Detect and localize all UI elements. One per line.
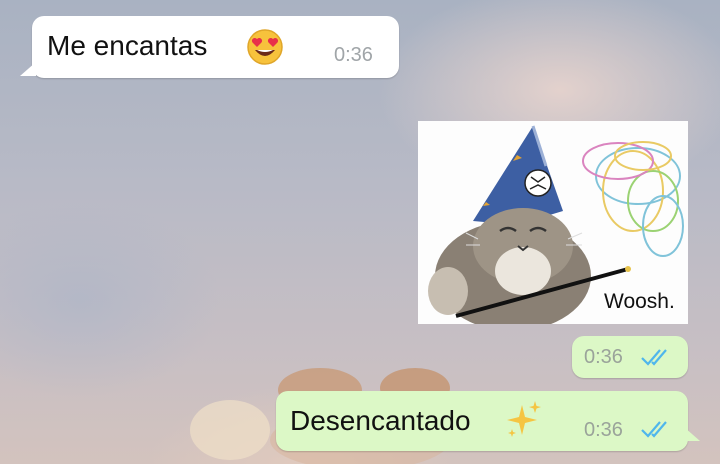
- sticker-timestamp-pill: 0:36: [572, 336, 688, 378]
- message-timestamp: 0:36: [584, 346, 623, 368]
- sticker-caption: Woosh.: [604, 290, 675, 313]
- message-timestamp: 0:36: [584, 419, 623, 441]
- message-incoming[interactable]: Me encantas 0:36: [20, 16, 399, 78]
- sparkles-emoji-icon: [507, 401, 541, 437]
- bubble-tail: [684, 427, 700, 441]
- double-check-read-icon: [641, 421, 667, 438]
- heart-eyes-emoji-icon: [247, 29, 283, 65]
- message-outgoing[interactable]: Desencantado 0:36: [276, 391, 700, 451]
- double-check-read-icon: [641, 349, 667, 366]
- message-text: Me encantas: [47, 30, 208, 61]
- chat-area: Me encantas 0:36 Woosh. 0:36 Desencantad…: [0, 0, 720, 464]
- message-text: Desencantado: [290, 405, 471, 436]
- bubble-tail: [20, 62, 36, 76]
- message-timestamp: 0:36: [334, 44, 373, 66]
